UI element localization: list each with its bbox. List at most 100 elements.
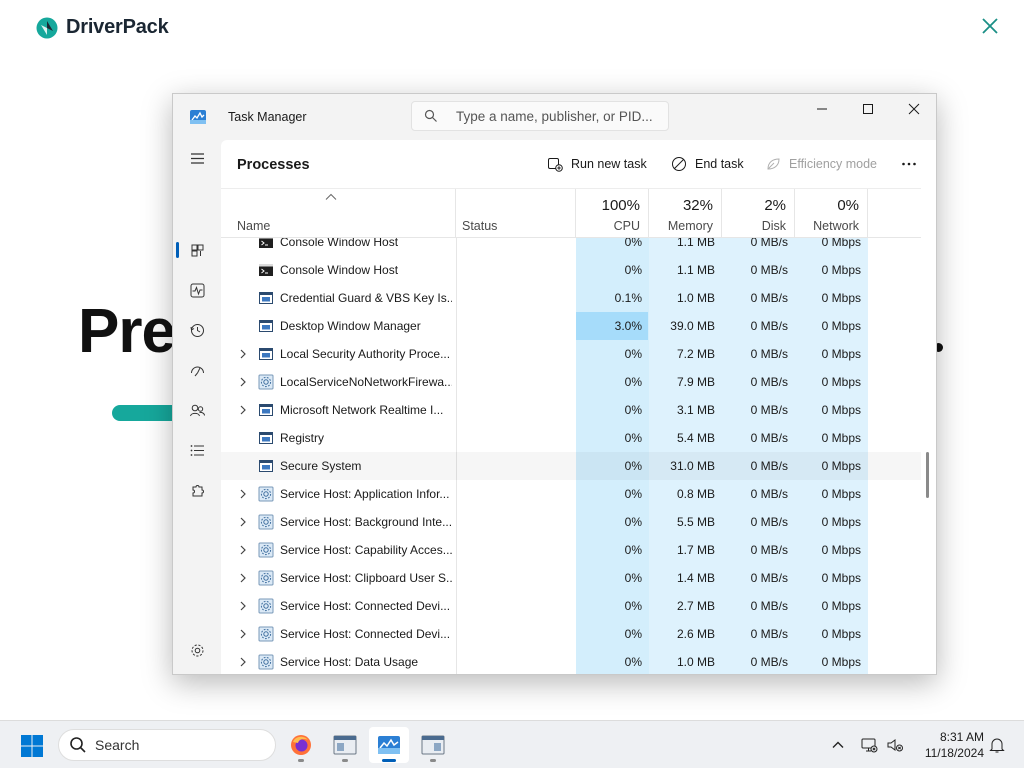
column-header-cpu[interactable]: 100% CPU: [576, 189, 649, 238]
process-name: Service Host: Connected Devi...: [280, 599, 451, 613]
column-header-network[interactable]: 0% Network: [795, 189, 868, 238]
nav-services[interactable]: [181, 474, 213, 506]
process-row[interactable]: Console Window Host 0% 1.1 MB 0 MB/s 0 Mbps: [221, 238, 921, 256]
network-monitor-icon[interactable]: [860, 736, 878, 754]
column-header-memory[interactable]: 32% Memory: [649, 189, 722, 238]
history-icon: [190, 323, 204, 337]
expand-chevron-icon[interactable]: [237, 376, 249, 388]
process-row[interactable]: Desktop Window Manager 3.0% 39.0 MB 0 MB/s 0…: [221, 312, 921, 340]
driverpack-logo: DriverPack: [36, 16, 169, 39]
driverpack-logo-icon: [36, 17, 58, 38]
title-bar[interactable]: Task Manager: [173, 94, 936, 140]
task-manager-icon: [378, 736, 400, 754]
process-row[interactable]: Service Host: Connected Devi... 0% 2.6 MB 0…: [221, 620, 921, 648]
process-name: Registry: [280, 431, 325, 445]
process-row[interactable]: LocalServiceNoNetworkFirewa... 0% 7.9 MB 0 …: [221, 368, 921, 396]
minimize-button[interactable]: [799, 94, 845, 124]
console-icon: [259, 264, 273, 276]
process-name: Service Host: Clipboard User S...: [280, 571, 452, 585]
process-row[interactable]: Service Host: Background Inte... 0% 5.5 MB…: [221, 508, 921, 536]
taskbar-app-task-manager[interactable]: [369, 727, 409, 763]
end-task-button[interactable]: End task: [671, 150, 744, 178]
process-network: 0 Mbps: [821, 627, 861, 641]
process-row[interactable]: Service Host: Data Usage 0% 1.0 MB 0 MB/s 0 …: [221, 648, 921, 674]
service-gear-icon: [258, 654, 274, 670]
process-search-box[interactable]: [411, 101, 669, 131]
nav-startup-apps[interactable]: [181, 354, 213, 386]
column-label-cpu: CPU: [613, 219, 640, 233]
expand-chevron-icon[interactable]: [237, 488, 249, 500]
more-options-button[interactable]: [901, 150, 917, 178]
process-row[interactable]: Service Host: Application Infor... 0% 0.8 …: [221, 480, 921, 508]
process-network: 0 Mbps: [821, 263, 861, 277]
expand-chevron-icon[interactable]: [237, 572, 249, 584]
show-hidden-icons-chevron-icon[interactable]: [829, 736, 847, 754]
taskbar-search-box[interactable]: Search: [58, 729, 276, 761]
run-new-task-icon: [548, 158, 563, 172]
process-memory: 2.6 MB: [676, 627, 715, 641]
process-row[interactable]: Registry 0% 5.4 MB 0 MB/s 0 Mbps: [221, 424, 921, 452]
column-label-memory: Memory: [667, 219, 713, 233]
column-label-status: Status: [462, 219, 498, 233]
nav-performance[interactable]: [181, 274, 213, 306]
console-icon: [259, 238, 273, 248]
hamburger-menu-button[interactable]: [181, 142, 213, 174]
nav-app-history[interactable]: [181, 314, 213, 346]
window-icon: [259, 320, 273, 332]
command-bar: Processes Run new task End task Efficien…: [221, 140, 936, 188]
close-button[interactable]: [891, 94, 936, 124]
search-input[interactable]: [456, 108, 656, 124]
expand-chevron-icon[interactable]: [237, 404, 249, 416]
process-disk: 0 MB/s: [750, 431, 788, 445]
nav-details[interactable]: [181, 434, 213, 466]
expand-chevron-icon[interactable]: [237, 516, 249, 528]
expand-chevron-icon[interactable]: [237, 544, 249, 556]
process-row[interactable]: Credential Guard & VBS Key Is... 0.1% 1.0 …: [221, 284, 921, 312]
installer-close-icon[interactable]: [978, 14, 1002, 38]
expand-chevron-icon[interactable]: [237, 656, 249, 668]
process-memory: 5.5 MB: [676, 515, 715, 529]
process-row[interactable]: Secure System 0% 31.0 MB 0 MB/s 0 Mbps: [221, 452, 921, 480]
taskbar-app-window-1[interactable]: [325, 727, 365, 763]
column-header-disk[interactable]: 2% Disk: [722, 189, 795, 238]
process-memory: 7.2 MB: [676, 347, 715, 361]
nav-processes[interactable]: [181, 234, 213, 266]
process-network: 0 Mbps: [821, 599, 861, 613]
settings-gear-icon: [191, 644, 203, 656]
process-memory: 31.0 MB: [670, 459, 715, 473]
process-row[interactable]: Service Host: Capability Acces... 0% 1.7 M…: [221, 536, 921, 564]
expand-chevron-icon[interactable]: [237, 628, 249, 640]
nav-settings[interactable]: [181, 634, 213, 666]
service-gear-icon: [258, 598, 274, 614]
process-row[interactable]: Console Window Host 0% 1.1 MB 0 MB/s 0 Mbps: [221, 256, 921, 284]
installer-heading: Pre: [78, 297, 176, 366]
service-gear-icon: [258, 486, 274, 502]
efficiency-mode-button[interactable]: Efficiency mode: [765, 150, 877, 178]
maximize-button[interactable]: [845, 94, 891, 124]
disk-total-percent: 2%: [764, 197, 786, 214]
column-header-status[interactable]: Status: [456, 189, 576, 238]
nav-users[interactable]: [181, 394, 213, 426]
end-task-icon: [672, 157, 686, 171]
notification-bell-icon[interactable]: [988, 736, 1006, 754]
app-window-icon: [333, 735, 357, 755]
expand-chevron-icon[interactable]: [237, 348, 249, 360]
process-row[interactable]: Local Security Authority Proce... 0% 7.2 M…: [221, 340, 921, 368]
process-row[interactable]: Service Host: Connected Devi... 0% 2.7 MB 0…: [221, 592, 921, 620]
process-memory: 1.1 MB: [676, 263, 715, 277]
process-row[interactable]: Microsoft Network Realtime I... 0% 3.1 MB 0…: [221, 396, 921, 424]
sort-up-chevron-icon[interactable]: [325, 193, 337, 201]
process-network: 0 Mbps: [821, 403, 861, 417]
process-list[interactable]: Console Window Host 0% 1.1 MB 0 MB/s 0 Mbps C…: [221, 238, 921, 674]
taskbar-app-window-2[interactable]: [413, 727, 453, 763]
vertical-scrollbar[interactable]: [926, 452, 929, 498]
run-new-task-button[interactable]: Run new task: [547, 150, 647, 178]
windows-start-icon[interactable]: [20, 734, 44, 758]
taskbar-app-firefox[interactable]: [281, 727, 321, 763]
process-row[interactable]: Service Host: Clipboard User S... 0% 1.4 M…: [221, 564, 921, 592]
column-header-name[interactable]: Name: [221, 189, 456, 238]
volume-muted-icon[interactable]: [886, 736, 904, 754]
taskbar-clock[interactable]: 8:31 AM 11/18/2024: [910, 729, 984, 761]
expand-chevron-icon[interactable]: [237, 600, 249, 612]
process-name: Console Window Host: [280, 263, 399, 277]
